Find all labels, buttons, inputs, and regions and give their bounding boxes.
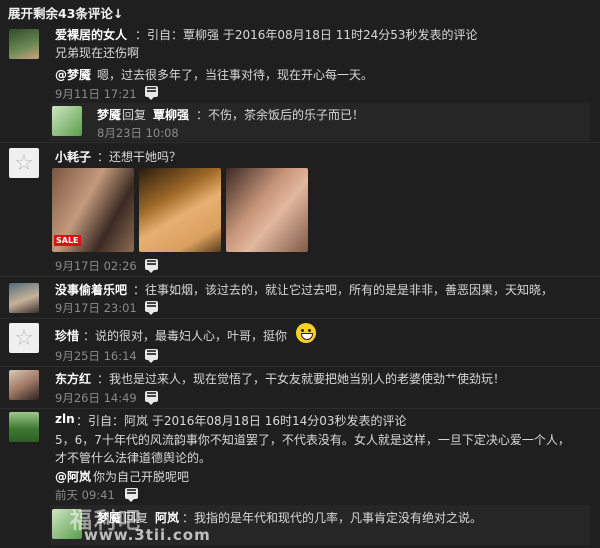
avatar[interactable] bbox=[9, 29, 39, 59]
comment-text: ：我也是过来人，现在觉悟了，干女友就要把她当别人的老婆使劲艹使劲玩！ bbox=[97, 372, 506, 386]
divider bbox=[0, 408, 600, 409]
quoted-text: 兄弟现在还伤啊 bbox=[55, 46, 140, 60]
reply-text: ：我指的是年代和现代的几率，凡事肯定没有绝对之说。 bbox=[182, 511, 483, 525]
reply-icon[interactable] bbox=[145, 349, 158, 363]
comment-text: ：往事如烟，该过去的，就让它过去吧，所有的是是非非，善恶因果，天知晓， bbox=[133, 283, 554, 297]
divider bbox=[0, 142, 600, 143]
avatar[interactable] bbox=[9, 370, 39, 400]
timestamp: 前天 09:41 bbox=[55, 488, 115, 502]
commenter-name[interactable]: zln bbox=[55, 412, 75, 426]
comment-text: 嗯，过去很多年了，当往事对待，现在开心每一天。 bbox=[97, 68, 374, 82]
avatar[interactable] bbox=[9, 283, 39, 313]
divider bbox=[0, 366, 600, 367]
timestamp: 9月11日 17:21 bbox=[55, 87, 137, 101]
timestamp: 9月25日 16:14 bbox=[55, 349, 137, 363]
timestamp: 9月17日 23:01 bbox=[55, 301, 137, 315]
reply-icon[interactable] bbox=[145, 259, 158, 273]
reply-icon[interactable] bbox=[125, 488, 138, 502]
divider bbox=[0, 318, 600, 319]
star-icon: ☆ bbox=[14, 150, 34, 176]
expand-more-comments-link[interactable]: 展开剩余43条评论↓ bbox=[8, 3, 123, 22]
reply-icon[interactable] bbox=[145, 86, 158, 100]
reply-target-name[interactable]: 覃柳强 bbox=[153, 106, 189, 123]
quoted-text: 5，6，7十年代的风流韵事你不知道罢了，不代表没有。女人就是这样，一旦下定决心爱… bbox=[55, 433, 570, 447]
avatar[interactable] bbox=[9, 412, 39, 442]
commenter-name[interactable]: 珍惜 bbox=[55, 327, 79, 344]
default-avatar[interactable]: ☆ bbox=[9, 148, 39, 178]
default-avatar[interactable]: ☆ bbox=[9, 323, 39, 353]
commenter-name[interactable]: 小耗子 bbox=[55, 148, 91, 165]
comment-text: 你为自己开脱呢吧 bbox=[93, 470, 190, 484]
attached-photo[interactable] bbox=[226, 168, 308, 252]
quote-header: ：引自：阿岚 于2016年08月18日 16时14分03秒发表的评论 bbox=[76, 414, 407, 428]
timestamp: 9月26日 14:49 bbox=[55, 391, 137, 405]
comment-text: ：说的很对，最毒妇人心，叶哥，挺你 bbox=[83, 329, 288, 343]
divider bbox=[0, 276, 600, 277]
commenter-name[interactable]: 东方红 bbox=[55, 370, 91, 387]
reply-icon[interactable] bbox=[145, 391, 158, 405]
star-icon: ☆ bbox=[14, 325, 34, 351]
commenter-name[interactable]: 爱裸居的女人 bbox=[55, 26, 127, 43]
reply-mention[interactable]: @阿岚 bbox=[55, 468, 91, 485]
quote-header: ：引自：覃柳强 于2016年08月18日 11时24分53秒发表的评论 bbox=[135, 28, 478, 42]
smiley-emoji bbox=[296, 323, 316, 343]
reply-target-name[interactable]: 阿岚 bbox=[155, 509, 179, 526]
sale-badge: SALE bbox=[54, 235, 81, 246]
quoted-text: 才不管什么法律道德舆论的。 bbox=[55, 451, 212, 465]
comment-text: ：还想干她吗？ bbox=[97, 150, 182, 164]
timestamp: 8月23日 10:08 bbox=[97, 126, 179, 140]
timestamp: 9月17日 02:26 bbox=[55, 259, 137, 273]
reply-mention[interactable]: @梦魇 bbox=[55, 66, 91, 83]
reply-icon[interactable] bbox=[145, 301, 158, 315]
avatar[interactable] bbox=[52, 106, 82, 136]
attached-photo[interactable]: SALE bbox=[52, 168, 134, 252]
watermark-url: www.3tii.com bbox=[84, 526, 211, 544]
reply-verb: 回复 bbox=[122, 108, 147, 122]
reply-author-name[interactable]: 梦魇 bbox=[97, 106, 121, 123]
commenter-name[interactable]: 没事偷着乐吧 bbox=[55, 281, 127, 298]
reply-text: ：不伤，茶余饭后的乐子而已！ bbox=[196, 108, 365, 122]
attached-photo[interactable] bbox=[139, 168, 221, 252]
